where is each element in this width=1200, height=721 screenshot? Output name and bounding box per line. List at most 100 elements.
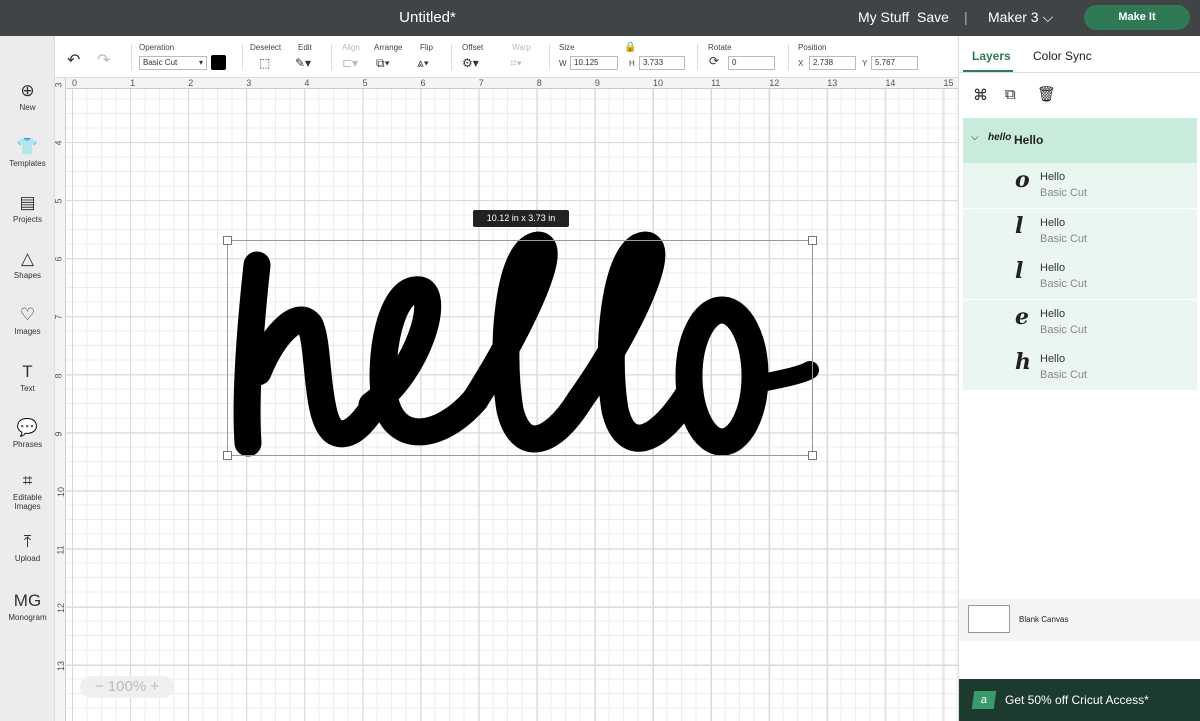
ruler-tick-label: 12 <box>56 602 67 613</box>
canvas-thumbnail <box>968 605 1010 633</box>
make-it-button[interactable]: Make It <box>1084 5 1190 30</box>
edit-pencil-icon[interactable]: ✎▾ <box>295 56 311 70</box>
group-name: Hello <box>1014 133 1044 147</box>
sidebar-item-label: Images <box>14 327 41 336</box>
align-label: Align <box>342 43 360 52</box>
left-sidebar: ⊕ New 👕 Templates ▤ Projects △ Shapes ♡ Images T Te… <box>0 36 55 721</box>
operation-select[interactable]: Basic Cut ▾ <box>139 56 207 70</box>
sidebar-item-label: New <box>19 103 36 112</box>
rotate-icon[interactable]: ⟳ <box>709 54 719 68</box>
resize-handle[interactable] <box>223 451 232 460</box>
edit-label: Edit <box>298 43 312 52</box>
ruler-tick-label: 4 <box>53 140 64 146</box>
machine-select[interactable]: Maker 3 ⌵ <box>988 9 1053 26</box>
position-label: Position <box>798 43 827 52</box>
ruler-tick-label: 8 <box>536 78 542 88</box>
flip-icon[interactable]: ⩓▾ <box>417 56 429 71</box>
arrange-label: Arrange <box>374 43 403 52</box>
arrange-icon[interactable]: ⧉▾ <box>376 56 390 71</box>
layer-thumbnail-icon: h <box>1015 349 1031 375</box>
ruler-tick-label: 4 <box>304 78 310 88</box>
y-input[interactable]: 5.767 <box>871 56 918 70</box>
ruler-tick-label: 15 <box>943 78 954 88</box>
save-button[interactable]: Save <box>917 9 949 25</box>
tab-color-sync[interactable]: Color Sync <box>1033 49 1092 63</box>
group-thumbnail-icon: hello <box>988 132 1012 143</box>
sidebar-item-upload[interactable]: ⤒ Upload <box>0 532 55 563</box>
flip-label: Flip <box>420 43 433 52</box>
ruler-tick-label: 3 <box>246 78 252 88</box>
trash-icon[interactable]: 🗑 <box>1037 85 1056 103</box>
duplicate-icon[interactable]: ⧉ <box>1005 86 1016 103</box>
undo-icon[interactable]: ↶ <box>67 50 80 70</box>
rotate-label: Rotate <box>708 43 732 52</box>
sidebar-item-text[interactable]: T Text <box>0 362 55 393</box>
warp-label: Warp <box>512 43 531 52</box>
ruler-tick-label: 6 <box>53 256 64 262</box>
layer-name: Hello <box>1040 262 1066 274</box>
layer-item[interactable]: h Hello Basic Cut <box>963 345 1197 390</box>
layer-name: Hello <box>1040 307 1066 320</box>
layer-operation: Basic Cut <box>1040 232 1088 245</box>
resize-handle[interactable] <box>808 451 817 460</box>
divider: | <box>964 9 968 25</box>
layer-item[interactable]: l Hello Basic Cut <box>963 254 1197 299</box>
ruler-tick-label: 3 <box>53 82 64 88</box>
sidebar-item-new[interactable]: ⊕ New <box>0 81 55 112</box>
top-bar: Untitled* My Stuff Save | Maker 3 ⌵ Make… <box>0 0 1200 36</box>
offset-icon[interactable]: ⚙▾ <box>462 56 479 70</box>
sidebar-item-templates[interactable]: 👕 Templates <box>0 137 55 168</box>
layer-thumbnail-icon: l <box>1015 258 1024 284</box>
layer-group[interactable]: ⌵ hello Hello <box>963 118 1197 163</box>
redo-icon[interactable]: ↷ <box>97 50 110 70</box>
sidebar-item-monogram[interactable]: MG Monogram <box>0 591 55 622</box>
y-value: 5.767 <box>875 58 896 67</box>
ruler-tick-label: 5 <box>53 198 64 204</box>
lock-icon[interactable]: 🔒 <box>624 42 636 53</box>
ruler-tick-label: 7 <box>478 78 484 88</box>
group-icon[interactable]: ⌘ <box>973 86 988 104</box>
zoom-in-button[interactable]: + <box>150 678 159 695</box>
layer-thumbnail-icon: l <box>1015 212 1024 239</box>
warp-icon[interactable]: ⌗▾ <box>510 56 522 71</box>
rotate-value: 0 <box>732 58 737 67</box>
blank-canvas-row[interactable]: Blank Canvas <box>959 599 1200 641</box>
height-input[interactable]: 3.733 <box>639 56 685 70</box>
align-icon[interactable]: ⊏▾ <box>342 56 358 70</box>
ruler-tick-label: 6 <box>420 78 426 88</box>
layer-item[interactable]: e Hello Basic Cut <box>963 299 1197 345</box>
color-swatch[interactable] <box>211 55 226 70</box>
sidebar-item-phrases[interactable]: 💬 Phrases <box>0 418 55 449</box>
x-input[interactable]: 2.738 <box>809 56 856 70</box>
layer-name: Hello <box>1040 171 1066 183</box>
text-icon: T <box>22 362 33 381</box>
layer-item[interactable]: l Hello Basic Cut <box>963 208 1197 254</box>
promo-banner[interactable]: a Get 50% off Cricut Access* <box>959 679 1200 721</box>
sidebar-item-projects[interactable]: ▤ Projects <box>0 193 55 224</box>
resize-handle[interactable] <box>808 236 817 245</box>
deselect-icon[interactable]: ⬚ <box>259 56 270 70</box>
new-icon: ⊕ <box>20 81 35 100</box>
layer-name: Hello <box>1040 353 1066 365</box>
rotate-input[interactable]: 0 <box>728 56 775 70</box>
vertical-ruler: 3 4 5 6 7 8 9 10 11 12 13 <box>53 78 67 721</box>
resize-handle[interactable] <box>223 236 232 245</box>
x-value: 2.738 <box>813 58 834 67</box>
sidebar-item-images[interactable]: ♡ Images <box>0 305 55 336</box>
ruler-tick-label: 12 <box>769 78 780 88</box>
sidebar-item-shapes[interactable]: △ Shapes <box>0 249 55 280</box>
zoom-out-button[interactable]: − <box>95 678 104 695</box>
layer-item[interactable]: o Hello Basic Cut <box>963 163 1197 208</box>
chevron-down-icon: ⌵ <box>1042 9 1054 25</box>
sidebar-item-editable-images[interactable]: ⌗ Editable Images <box>0 471 55 511</box>
width-input[interactable]: 10.125 <box>570 56 618 70</box>
selection-box[interactable] <box>223 236 817 460</box>
tab-layers[interactable]: Layers <box>972 49 1011 63</box>
ruler-tick-label: 10 <box>653 78 664 88</box>
chevron-down-icon[interactable]: ⌵ <box>971 132 979 143</box>
blank-canvas-label: Blank Canvas <box>1019 615 1069 624</box>
projects-icon: ▤ <box>19 193 36 212</box>
layer-operation: Basic Cut <box>1040 278 1088 290</box>
machine-label: Maker 3 <box>988 9 1039 25</box>
my-stuff-link[interactable]: My Stuff <box>858 9 909 25</box>
